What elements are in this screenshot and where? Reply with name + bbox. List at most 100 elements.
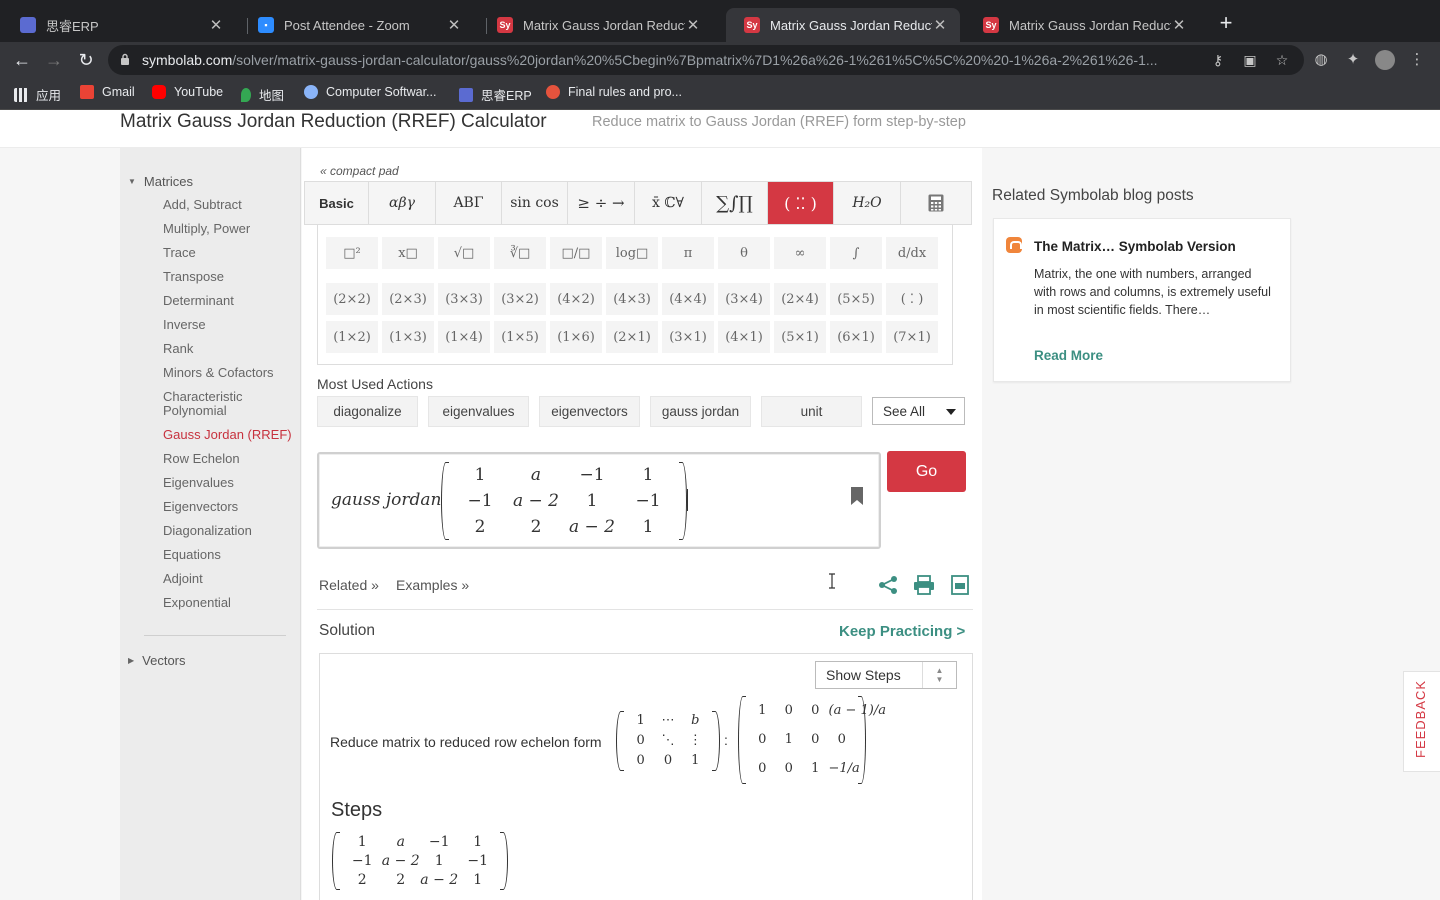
blog-title[interactable]: The Matrix… Symbolab Version	[1034, 239, 1236, 254]
back-arrow-icon[interactable]: ←	[10, 48, 34, 72]
function-key[interactable]: π	[662, 237, 714, 269]
function-key[interactable]: □/□	[550, 237, 602, 269]
sidebar-item-row-echelon[interactable]: Row Echelon	[163, 452, 293, 466]
vector-size-key[interactable]: (1×4)	[438, 321, 490, 353]
close-icon[interactable]: ✕	[1171, 16, 1187, 34]
forward-arrow-icon[interactable]: →	[42, 48, 66, 72]
sidebar-item-add-subtract[interactable]: Add, Subtract	[163, 198, 293, 212]
tab-calculator[interactable]	[901, 182, 971, 224]
function-key[interactable]: x□	[382, 237, 434, 269]
sidebar-section-matrices[interactable]: ▼ Matrices	[128, 174, 193, 189]
function-key[interactable]: ∛□	[494, 237, 546, 269]
sidebar-item-adjoint[interactable]: Adjoint	[163, 572, 293, 586]
bookmark-computer-software[interactable]: Computer Softwar...	[304, 85, 436, 99]
sidebar-item-exponential[interactable]: Exponential	[163, 596, 293, 610]
avatar[interactable]	[1375, 50, 1395, 70]
function-key[interactable]: θ	[718, 237, 770, 269]
menu-dots-icon[interactable]: ⋮	[1407, 50, 1427, 70]
keep-practicing-link[interactable]: Keep Practicing >	[839, 623, 965, 640]
bookmark-youtube[interactable]: YouTube	[152, 85, 223, 99]
sidebar-section-vectors[interactable]: ▶ Vectors	[128, 653, 186, 668]
sidebar-item-eigenvectors[interactable]: Eigenvectors	[163, 500, 293, 514]
matrix-size-key[interactable]: (2×4)	[774, 283, 826, 315]
function-key[interactable]: ∞	[774, 237, 826, 269]
go-button[interactable]: Go	[887, 451, 966, 492]
function-key[interactable]: □²	[326, 237, 378, 269]
chip-eigenvalues[interactable]: eigenvalues	[428, 396, 529, 427]
tab-sets[interactable]: x̄ ℂ∀	[635, 182, 702, 224]
tab-symbolab-1[interactable]: Sy Matrix Gauss Jordan Reduction ✕	[479, 8, 713, 42]
sidebar-item-gauss-jordan[interactable]: Gauss Jordan (RREF)	[163, 428, 293, 442]
tab-operators[interactable]: ≥ ÷ →	[568, 182, 635, 224]
share-icon[interactable]	[877, 575, 899, 595]
matrix-size-key[interactable]: (3×2)	[494, 283, 546, 315]
feedback-tab[interactable]: FEEDBACK	[1403, 671, 1440, 772]
matrix-size-key[interactable]: (4×4)	[662, 283, 714, 315]
sidebar-item-minors-cofactors[interactable]: Minors & Cofactors	[163, 366, 293, 380]
read-more-link[interactable]: Read More	[1034, 348, 1103, 363]
vector-size-key[interactable]: (1×6)	[550, 321, 602, 353]
bookmark-erp[interactable]: 思睿ERP	[459, 85, 532, 104]
vector-size-key[interactable]: (7×1)	[886, 321, 938, 353]
bookmark-apps[interactable]: 应用	[14, 85, 61, 104]
address-bar[interactable]: symbolab.com/solver/matrix-gauss-jordan-…	[108, 45, 1304, 75]
related-link[interactable]: Related »	[319, 577, 379, 593]
chip-unit[interactable]: unit	[761, 396, 862, 427]
tab-calculus[interactable]: ∑∫∏	[702, 182, 768, 224]
function-key[interactable]: log□	[606, 237, 658, 269]
sidebar-item-trace[interactable]: Trace	[163, 246, 293, 260]
sidebar-item-multiply-power[interactable]: Multiply, Power	[163, 222, 293, 236]
matrix-size-key[interactable]: (2×2)	[326, 283, 378, 315]
vector-size-key[interactable]: (3×1)	[662, 321, 714, 353]
sidebar-item-determinant[interactable]: Determinant	[163, 294, 293, 308]
chip-diagonalize[interactable]: diagonalize	[317, 396, 418, 427]
see-all-dropdown[interactable]: See All	[872, 397, 965, 425]
matrix-size-key[interactable]: (3×3)	[438, 283, 490, 315]
vector-size-key[interactable]: (5×1)	[774, 321, 826, 353]
puzzle-icon[interactable]: ✦	[1343, 50, 1363, 70]
bookmark-icon[interactable]	[851, 487, 863, 505]
tab-zoom[interactable]: ▪ Post Attendee - Zoom ✕	[240, 8, 474, 42]
tab-erp[interactable]: 思睿ERP ✕	[2, 8, 236, 42]
math-input[interactable]: gauss jordan 1 a −1 1 −1 a − 2 1 −1 2 2 a − 2 1	[317, 452, 881, 549]
tab-basic[interactable]: Basic	[305, 182, 369, 224]
vector-size-key[interactable]: (4×1)	[718, 321, 770, 353]
tab-symbolab-active[interactable]: Sy Matrix Gauss Jordan Reduction ✕	[726, 8, 960, 42]
matrix-size-key[interactable]: (2×3)	[382, 283, 434, 315]
matrix-size-key[interactable]: (3×4)	[718, 283, 770, 315]
matrix-size-key[interactable]: (4×2)	[550, 283, 602, 315]
close-icon[interactable]: ✕	[932, 16, 948, 34]
star-icon[interactable]: ☆	[1273, 51, 1291, 69]
matrix-size-key[interactable]: (5×5)	[830, 283, 882, 315]
matrix-size-key[interactable]: ( ⁚ )	[886, 283, 938, 315]
sidebar-item-equations[interactable]: Equations	[163, 548, 293, 562]
blog-card[interactable]: The Matrix… Symbolab Version Matrix, the…	[993, 218, 1291, 382]
tab-symbolab-3[interactable]: Sy Matrix Gauss Jordan Reduction ✕	[965, 8, 1199, 42]
close-icon[interactable]: ✕	[446, 16, 462, 34]
show-steps-dropdown[interactable]: Show Steps ▲ ▼	[815, 661, 957, 689]
bookmark-gmail[interactable]: Gmail	[80, 85, 135, 99]
vector-size-key[interactable]: (6×1)	[830, 321, 882, 353]
sidebar-item-inverse[interactable]: Inverse	[163, 318, 293, 332]
examples-link[interactable]: Examples »	[396, 577, 469, 593]
new-tab-button[interactable]: +	[1214, 12, 1238, 36]
function-key[interactable]: d/dx	[886, 237, 938, 269]
tab-trig[interactable]: sin cos	[502, 182, 568, 224]
compact-pad-link[interactable]: « compact pad	[320, 164, 399, 178]
chip-eigenvectors[interactable]: eigenvectors	[539, 396, 640, 427]
tab-greek-lower[interactable]: αβγ	[369, 182, 436, 224]
tab-greek-upper[interactable]: ABΓ	[436, 182, 502, 224]
vector-size-key[interactable]: (2×1)	[606, 321, 658, 353]
sidebar-item-transpose[interactable]: Transpose	[163, 270, 293, 284]
reload-icon[interactable]: ↻	[74, 48, 98, 72]
extension-icon[interactable]: ◍	[1311, 50, 1331, 70]
bookmark-maps[interactable]: 地图	[241, 85, 284, 104]
sidebar-item-characteristic-polynomial[interactable]: Characteristic Polynomial	[163, 390, 293, 418]
vector-size-key[interactable]: (1×3)	[382, 321, 434, 353]
tab-chemistry[interactable]: H₂O	[834, 182, 901, 224]
pdf-icon[interactable]	[949, 575, 971, 595]
tab-matrices[interactable]: ( ⁚⁚ )	[768, 182, 834, 224]
close-icon[interactable]: ✕	[685, 16, 701, 34]
key-icon[interactable]: ⚷	[1209, 51, 1227, 69]
bookmark-final-rules[interactable]: Final rules and pro...	[546, 85, 682, 99]
